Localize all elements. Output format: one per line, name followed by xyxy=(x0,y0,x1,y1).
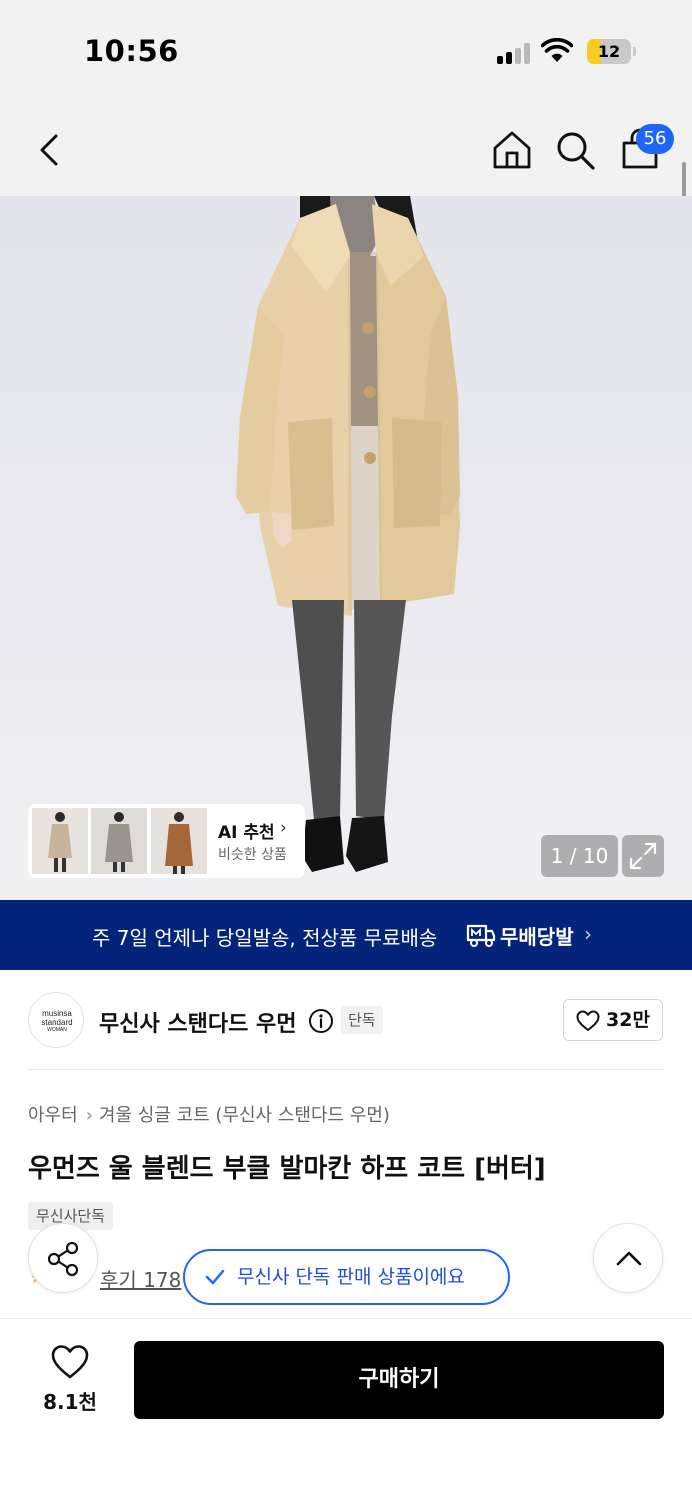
delivery-truck-icon xyxy=(466,924,496,947)
product-image[interactable] xyxy=(0,196,692,900)
heart-icon[interactable] xyxy=(50,1344,90,1380)
home-icon[interactable] xyxy=(490,128,534,172)
breadcrumb: 아우터 › 겨울 싱글 코트 (무신사 스탠다드 우먼) xyxy=(28,1101,390,1127)
chevron-right-icon: › xyxy=(85,1105,93,1126)
exclusive-toast: 무신사 단독 판매 상품이에요 xyxy=(183,1249,510,1305)
brand-like-button[interactable]: 32만 xyxy=(563,999,663,1041)
status-time: 10:56 xyxy=(84,34,179,68)
battery-icon: 12 xyxy=(587,39,631,64)
info-icon[interactable] xyxy=(308,1008,334,1034)
wifi-icon xyxy=(541,38,573,62)
product-title: 우먼즈 울 블렌드 부클 발마칸 하프 코트 [버터] xyxy=(28,1154,546,1184)
recommend-thumbnail[interactable] xyxy=(91,808,147,874)
brand-logo-text: standard xyxy=(41,1018,73,1027)
brand-logo-text: WOMAN xyxy=(47,1027,67,1033)
delivery-banner-text: 주 7일 언제나 당일발송, 전상품 무료배송 xyxy=(92,926,438,950)
cart-count-badge: 56 xyxy=(636,124,674,154)
brand-like-count: 32만 xyxy=(606,1009,650,1031)
chevron-right-icon: › xyxy=(280,818,287,838)
brand-logo-text: musinsa xyxy=(42,1009,72,1018)
chevron-up-icon xyxy=(616,1251,642,1266)
breadcrumb-item[interactable]: 아우터 xyxy=(28,1105,78,1126)
ai-recommend-title: AI 추천 xyxy=(218,823,275,843)
heart-icon xyxy=(576,1010,600,1031)
ai-recommend-subtitle: 비슷한 상품 xyxy=(218,847,287,863)
like-count: 8.1천 xyxy=(43,1390,97,1414)
chevron-right-icon: › xyxy=(584,922,592,946)
back-icon[interactable] xyxy=(28,128,72,172)
recommend-thumbnail[interactable] xyxy=(151,808,207,874)
expand-button[interactable] xyxy=(622,835,664,877)
expand-icon xyxy=(629,842,657,870)
status-bar: 10:56 12 xyxy=(0,0,692,100)
share-button[interactable] xyxy=(28,1223,98,1293)
breadcrumb-item[interactable]: 겨울 싱글 코트 (무신사 스탠다드 우먼) xyxy=(99,1105,390,1126)
divider xyxy=(28,1069,664,1070)
cellular-signal-icon xyxy=(497,42,533,64)
delivery-brand: 무배당발 xyxy=(500,925,574,949)
exclusive-tag: 단독 xyxy=(341,1006,383,1034)
product-photo xyxy=(236,196,460,872)
toast-text: 무신사 단독 판매 상품이에요 xyxy=(237,1266,465,1288)
buy-button[interactable]: 구매하기 xyxy=(134,1341,664,1419)
image-counter: 1 / 10 xyxy=(541,835,618,877)
share-icon xyxy=(47,1241,79,1277)
battery-cap xyxy=(633,47,636,56)
brand-name[interactable]: 무신사 스탠다드 우먼 xyxy=(99,1006,296,1038)
battery-level: 12 xyxy=(597,42,621,61)
check-icon xyxy=(205,1269,225,1285)
recommend-thumbnail[interactable] xyxy=(32,808,88,874)
search-icon[interactable] xyxy=(553,128,597,172)
brand-logo[interactable]: musinsa standard WOMAN xyxy=(28,992,84,1048)
scroll-top-button[interactable] xyxy=(593,1223,663,1293)
review-link[interactable]: 후기 178 xyxy=(100,1264,181,1293)
